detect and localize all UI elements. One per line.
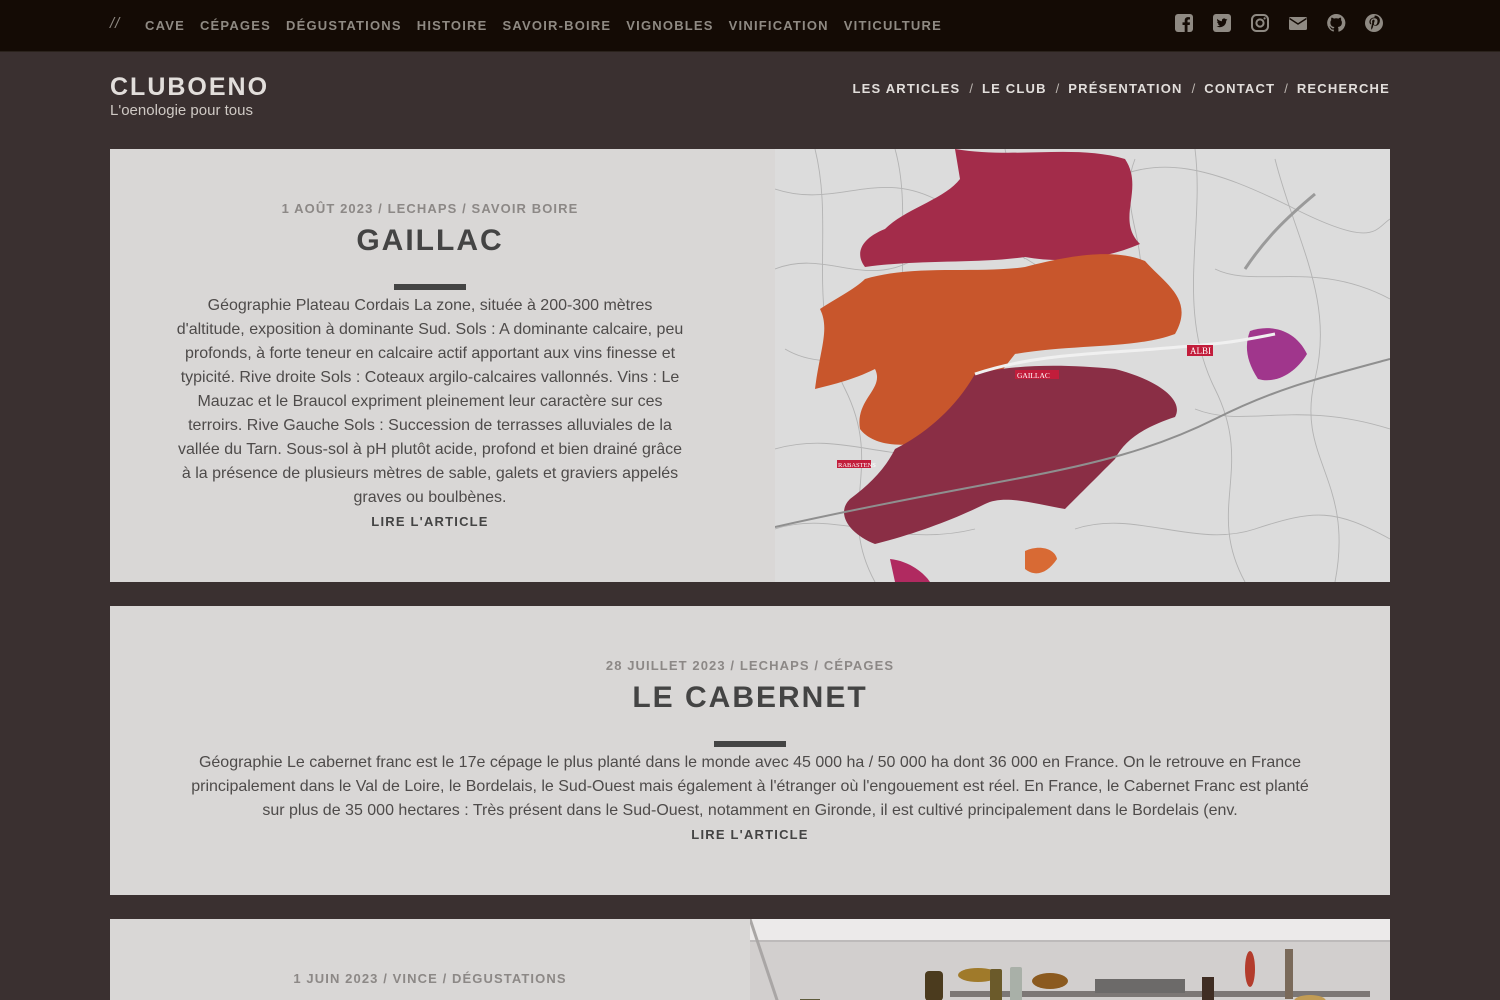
map-image: ALBI GAILLAC RABASTENS [774, 149, 1390, 582]
post-title[interactable]: GAILLAC [175, 224, 685, 258]
nav-separator: / [1055, 81, 1060, 96]
meta-separator: / [378, 201, 388, 216]
topnav-cave[interactable]: CAVE [145, 18, 185, 33]
title-divider [714, 741, 786, 747]
topnav-vignobles[interactable]: VIGNOBLES [626, 18, 713, 33]
topnav-cepages[interactable]: CÉPAGES [200, 18, 271, 33]
nav-presentation[interactable]: PRÉSENTATION [1068, 81, 1182, 96]
social-links [1174, 13, 1384, 33]
read-more-link[interactable]: LIRE L'ARTICLE [180, 827, 1320, 842]
meta-separator: / [814, 658, 824, 673]
nav-contact[interactable]: CONTACT [1204, 81, 1275, 96]
post-meta: 1 JUIN 2023 / VINCE / DÉGUSTATIONS [175, 971, 685, 986]
nav-recherche[interactable]: RECHERCHE [1297, 81, 1390, 96]
post-category[interactable]: CÉPAGES [824, 658, 894, 673]
post-category[interactable]: DÉGUSTATIONS [452, 971, 567, 986]
site-tagline: L'oenologie pour tous [110, 102, 253, 119]
post-author[interactable]: LECHAPS [740, 658, 810, 673]
title-divider [394, 284, 466, 290]
gaillac-vineyard-map[interactable]: ALBI GAILLAC RABASTENS [774, 149, 1390, 582]
category-nav: CAVE CÉPAGES DÉGUSTATIONS HISTOIRE SAVOI… [145, 18, 942, 33]
meta-separator: / [730, 658, 740, 673]
nav-separator: / [969, 81, 973, 96]
photo-image [748, 919, 1390, 1000]
site-branding: CLUBOENO L'oenologie pour tous [110, 73, 269, 121]
map-label-gaillac: GAILLAC [1017, 371, 1050, 380]
post-date[interactable]: 1 AOÛT 2023 [282, 201, 374, 216]
topnav-savoir-boire[interactable]: SAVOIR-BOIRE [503, 18, 612, 33]
github-icon[interactable] [1326, 13, 1346, 33]
main-nav: LES ARTICLES / LE CLUB / PRÉSENTATION / … [853, 81, 1391, 96]
topnav-degustations[interactable]: DÉGUSTATIONS [286, 18, 402, 33]
post-meta: 28 JUILLET 2023 / LECHAPS / CÉPAGES [180, 658, 1320, 673]
facebook-icon[interactable] [1174, 13, 1194, 33]
post-excerpt: Géographie Plateau Cordais La zone, situ… [176, 297, 684, 506]
post-text: 1 JUIN 2023 / VINCE / DÉGUSTATIONS [175, 971, 685, 986]
nav-separator: / [1191, 81, 1196, 96]
post-card-cabernet: 28 JUILLET 2023 / LECHAPS / CÉPAGES LE C… [110, 606, 1390, 895]
meta-separator: / [442, 971, 453, 986]
post-date[interactable]: 28 JUILLET 2023 [606, 658, 726, 673]
nav-les-articles[interactable]: LES ARTICLES [853, 81, 961, 96]
post-excerpt: Géographie Le cabernet franc est le 17e … [191, 754, 1309, 819]
topnav-viticulture[interactable]: VITICULTURE [844, 18, 942, 33]
post-author[interactable]: VINCE [393, 971, 438, 986]
nav-le-club[interactable]: LE CLUB [982, 81, 1047, 96]
topnav-histoire[interactable]: HISTOIRE [417, 18, 488, 33]
top-bar: // CAVE CÉPAGES DÉGUSTATIONS HISTOIRE SA… [0, 0, 1500, 52]
pinterest-icon[interactable] [1364, 13, 1384, 33]
slashes-decoration: // [110, 15, 121, 32]
post-text: 28 JUILLET 2023 / LECHAPS / CÉPAGES LE C… [180, 658, 1320, 842]
post-title[interactable]: LE CABERNET [180, 681, 1320, 715]
tasting-photo[interactable] [748, 919, 1390, 1000]
post-author[interactable]: LECHAPS [388, 201, 458, 216]
post-card-degustation: 1 JUIN 2023 / VINCE / DÉGUSTATIONS [110, 919, 1390, 1000]
map-label-rabastens: RABASTENS [838, 462, 876, 469]
topnav-vinification[interactable]: VINIFICATION [729, 18, 829, 33]
meta-separator: / [462, 201, 472, 216]
post-text: 1 AOÛT 2023 / LECHAPS / SAVOIR BOIRE GAI… [175, 201, 685, 529]
twitter-icon[interactable] [1212, 13, 1232, 33]
meta-separator: / [383, 971, 393, 986]
nav-separator: / [1284, 81, 1288, 96]
instagram-icon[interactable] [1250, 13, 1270, 33]
post-category[interactable]: SAVOIR BOIRE [472, 201, 579, 216]
site-title[interactable]: CLUBOENO [110, 73, 269, 101]
envelope-icon[interactable] [1288, 13, 1308, 33]
map-label-albi: ALBI [1190, 346, 1211, 356]
post-card-gaillac: 1 AOÛT 2023 / LECHAPS / SAVOIR BOIRE GAI… [110, 149, 1390, 582]
post-meta: 1 AOÛT 2023 / LECHAPS / SAVOIR BOIRE [175, 201, 685, 216]
post-date[interactable]: 1 JUIN 2023 [293, 971, 378, 986]
read-more-link[interactable]: LIRE L'ARTICLE [175, 514, 685, 529]
